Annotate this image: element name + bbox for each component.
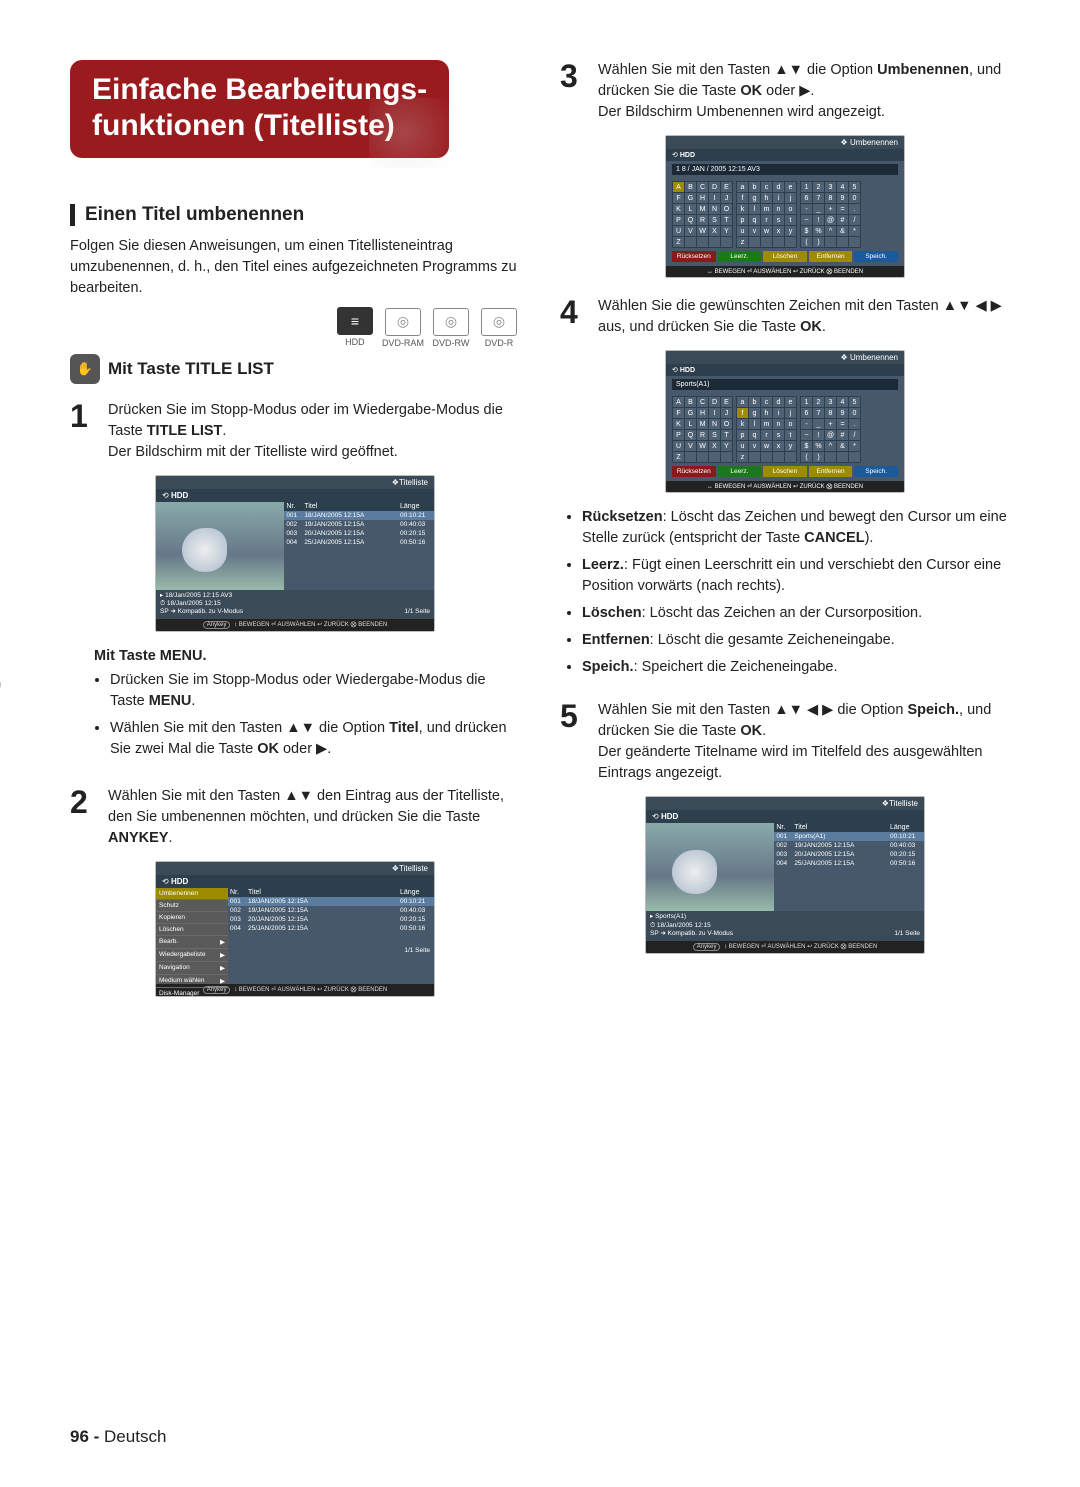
media-icon-hdd: ≡HDD: [334, 307, 376, 347]
media-icon-dvdr: ◎DVD-R: [478, 308, 520, 348]
media-icons-row: ≡HDD ◎DVD-RAM ◎DVD-RW ◎DVD-R: [70, 307, 520, 348]
screenshot-titlelist-after: ❖ Titelliste ⟲ HDD Nr.TitelLänge 001Spor…: [645, 796, 925, 953]
step-2: 2 Wählen Sie mit den Tasten ▲▼ den Eintr…: [70, 786, 520, 849]
step-5-number: 5: [560, 700, 588, 784]
page-columns: Einfache Bearbeitungs-funktionen (Titell…: [70, 60, 1010, 1011]
subhead-text: Mit Taste TITLE LIST: [108, 359, 274, 379]
step-3-text: Wählen Sie mit den Tasten ▲▼ die Option …: [598, 60, 1010, 123]
menu-note-head: Mit Taste MENU.: [94, 648, 520, 664]
menu-note-list: Drücken Sie im Stopp-Modus oder Wiederga…: [70, 670, 520, 760]
right-column: 3 Wählen Sie mit den Tasten ▲▼ die Optio…: [560, 60, 1010, 1011]
left-column: Einfache Bearbeitungs-funktionen (Titell…: [70, 60, 520, 1011]
screenshot-rename-2: ❖ Umbenennen ⟲ HDD Sports(A1) ABCDEFGHIJ…: [665, 350, 905, 493]
step-4: 4 Wählen Sie die gewünschten Zeichen mit…: [560, 296, 1010, 338]
step-1: 1 Drücken Sie im Stopp-Modus oder im Wie…: [70, 400, 520, 463]
step-5: 5 Wählen Sie mit den Tasten ▲▼ ◀ ▶ die O…: [560, 700, 1010, 784]
step-4-number: 4: [560, 296, 588, 338]
step-2-number: 2: [70, 786, 98, 849]
step-1-text: Drücken Sie im Stopp-Modus oder im Wiede…: [108, 400, 520, 463]
step-4-text: Wählen Sie die gewünschten Zeichen mit d…: [598, 296, 1010, 338]
step-1-number: 1: [70, 400, 98, 463]
page-number: 96 - Deutsch: [70, 1427, 166, 1447]
step-5-text: Wählen Sie mit den Tasten ▲▼ ◀ ▶ die Opt…: [598, 700, 1010, 784]
function-descriptions: Rücksetzen: Löscht das Zeichen und beweg…: [560, 507, 1010, 678]
page-title: Einfache Bearbeitungs-funktionen (Titell…: [70, 60, 449, 158]
media-icon-dvdrw: ◎DVD-RW: [430, 308, 472, 348]
intro-text: Folgen Sie diesen Anweisungen, um einen …: [70, 236, 520, 299]
step-3-number: 3: [560, 60, 588, 123]
media-icon-dvdram: ◎DVD-RAM: [382, 308, 424, 348]
screenshot-anykey-menu: ❖ Titelliste ⟲ HDD Umbenennen Schutz Kop…: [155, 861, 435, 997]
side-tab: Bearbeitung: [0, 678, 3, 800]
section-heading-rename: Einen Titel umbenennen: [70, 204, 520, 226]
screenshot-titlelist: ❖ Titelliste ⟲ HDD Nr.TitelLänge 00118/J…: [155, 475, 435, 632]
subhead-titlelist: ✋ Mit Taste TITLE LIST: [70, 354, 520, 384]
remote-icon: ✋: [70, 354, 100, 384]
step-2-text: Wählen Sie mit den Tasten ▲▼ den Eintrag…: [108, 786, 520, 849]
screenshot-rename-1: ❖ Umbenennen ⟲ HDD 1 8 / JAN / 2005 12:1…: [665, 135, 905, 278]
step-3: 3 Wählen Sie mit den Tasten ▲▼ die Optio…: [560, 60, 1010, 123]
